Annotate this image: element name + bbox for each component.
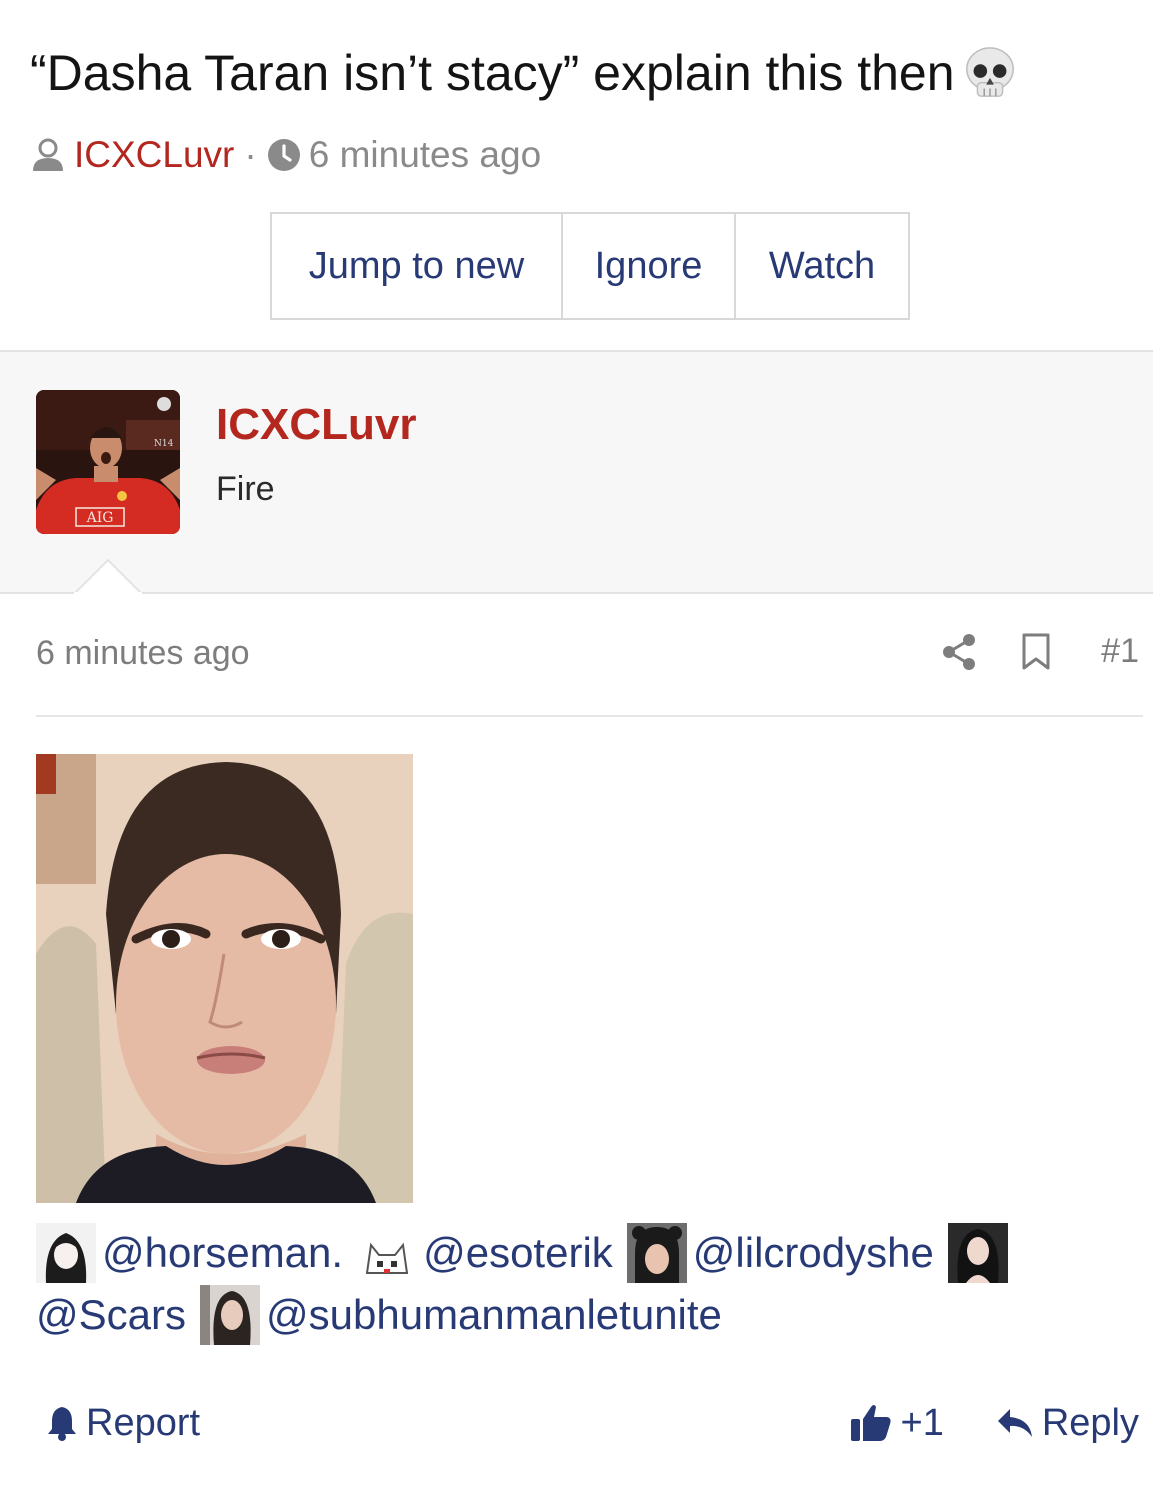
post-footer-right: +1 Reply [849,1402,1139,1445]
share-icon[interactable] [941,633,977,671]
report-label: Report [86,1401,201,1444]
post-header-divider [36,715,1143,717]
thread-author-link[interactable]: ICXCLuvr [74,134,234,176]
report-link[interactable]: Report [46,1402,200,1445]
svg-text:N14: N14 [154,439,174,449]
mention-link[interactable]: @horseman. [102,1222,343,1284]
mentions-list: @horseman. @esoterik @lilcrodyshe @Scars [36,1222,1146,1346]
reply-icon [997,1409,1032,1437]
jersey-text: AIG [86,510,114,526]
post-author-name[interactable]: ICXCLuvr [216,400,416,450]
mentions-row: @Scars @subhumanmanletunite [36,1284,1146,1346]
mention-avatar [357,1223,418,1283]
skull-emoji-icon [965,47,1014,97]
mention-link[interactable]: @lilcrodyshe [693,1222,934,1284]
mention-link[interactable]: @Scars [36,1284,186,1346]
user-icon [33,138,63,171]
thread-time: 6 minutes ago [308,134,542,175]
author-avatar[interactable]: N14 AIG [36,390,180,534]
bookmark-icon[interactable] [1021,633,1051,671]
post-author-block: N14 AIG ICXCLuvr Fire [0,350,1153,594]
jump-to-new-button[interactable]: Jump to new [272,214,563,318]
post-time[interactable]: 6 minutes ago [36,634,250,673]
ignore-button[interactable]: Ignore [563,214,736,318]
clock-icon [267,139,300,171]
thread-action-buttons: Jump to new Ignore Watch [270,212,910,320]
thumbs-up-icon [850,1405,891,1441]
mentions-row: @horseman. @esoterik @lilcrodyshe [36,1222,1146,1284]
mention-avatar [36,1223,96,1283]
bell-icon [48,1407,76,1441]
post-number[interactable]: #1 [1101,632,1139,671]
post-footer: Report +1 Reply [46,1398,1139,1448]
meta-separator: · [244,134,257,175]
mention-avatar [626,1223,687,1283]
thread-meta: ICXCLuvr · 6 minutes ago [30,134,541,176]
like-button[interactable]: +1 [849,1402,944,1445]
thread-title-text: “Dasha Taran isn’t stacy” explain this t… [30,44,955,101]
reply-label: Reply [1041,1401,1139,1444]
mention-link[interactable]: @subhumanmanletunite [266,1284,722,1346]
thread-title: “Dasha Taran isn’t stacy” explain this t… [30,44,1019,102]
post-actions: #1 [941,632,1139,671]
reply-button[interactable]: Reply [996,1402,1139,1445]
watch-button[interactable]: Watch [736,214,908,318]
avatar-image: N14 AIG [36,390,180,534]
mention-avatar [947,1223,1008,1283]
post-author-title: Fire [216,470,275,508]
like-count: +1 [900,1401,944,1444]
speech-caret [74,558,142,594]
mention-avatar [200,1285,260,1345]
post-attached-photo[interactable] [36,754,413,1203]
mention-link[interactable]: @esoterik [423,1222,613,1284]
